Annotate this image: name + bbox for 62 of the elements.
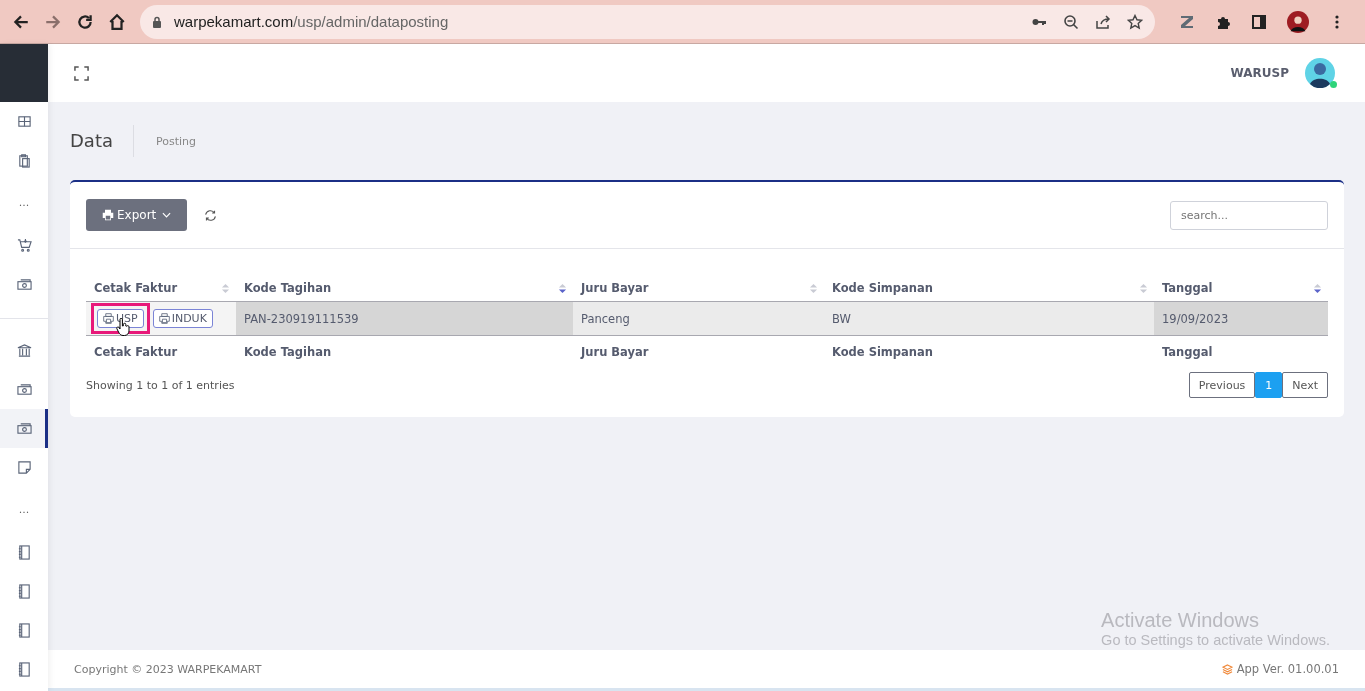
bank-icon [16, 343, 32, 358]
profile-avatar[interactable] [1287, 10, 1309, 33]
column-header[interactable]: Tanggal [1154, 275, 1328, 302]
money-icon [16, 421, 32, 436]
user-avatar[interactable] [1305, 58, 1335, 88]
book-icon [16, 545, 32, 560]
fullscreen-icon[interactable] [74, 65, 89, 81]
column-header[interactable]: Juru Bayar [573, 275, 824, 302]
search-field[interactable]: search... [1170, 200, 1328, 230]
column-footer: Tanggal [1154, 335, 1328, 368]
printer-icon [158, 313, 170, 324]
home-icon[interactable] [108, 12, 126, 31]
reload-icon[interactable] [76, 12, 94, 31]
entries-info: Showing 1 to 1 of 1 entries [86, 378, 235, 392]
book-icon [16, 584, 32, 599]
column-header[interactable]: Cetak Faktur [86, 275, 236, 302]
url-text: warpekamart.com/usp/admin/dataposting [174, 13, 449, 30]
print-button[interactable]: INDUK [152, 309, 213, 328]
money-icon [16, 277, 32, 292]
table-cell: PAN-230919111539 [236, 301, 573, 336]
extension-icon[interactable] [1179, 13, 1195, 30]
zoom-out-icon[interactable] [1063, 13, 1079, 30]
printer-icon [103, 313, 114, 324]
star-icon[interactable] [1127, 13, 1143, 30]
cart-icon [16, 238, 32, 253]
activation-notice-title: Activate Windows [1101, 609, 1260, 632]
table-cell: 19/09/2023 [1154, 301, 1328, 336]
breadcrumb: Posting [156, 134, 196, 148]
next-button[interactable]: Next [1282, 372, 1328, 398]
sidebar-logo-area [0, 44, 48, 102]
lock-icon [152, 15, 162, 28]
table-cell: Panceng [573, 301, 824, 336]
grid-icon [16, 114, 32, 129]
column-footer: Juru Bayar [573, 335, 824, 368]
side-panel-icon[interactable] [1251, 13, 1267, 30]
copyright-text: Copyright © 2023 WARPEKAMART [74, 662, 262, 676]
clipboard-icon [16, 153, 32, 168]
money-icon [16, 382, 32, 397]
activation-notice-text: Go to Settings to activate Windows. [1101, 632, 1330, 648]
column-header[interactable]: Kode Tagihan [236, 275, 573, 302]
printer-icon [102, 209, 114, 221]
user-name[interactable]: WARUSP [1230, 66, 1289, 80]
book-icon [16, 623, 32, 638]
column-footer: Kode Simpanan [824, 335, 1154, 368]
column-footer: Kode Tagihan [236, 335, 573, 368]
column-footer: Cetak Faktur [86, 335, 236, 368]
sidebar-item[interactable] [0, 409, 48, 448]
previous-button[interactable]: Previous [1188, 372, 1256, 398]
caret-icon [162, 212, 172, 218]
section-dots: ... [18, 195, 30, 211]
page-title: Data [70, 125, 134, 157]
table-cell: BW [824, 301, 1154, 336]
app-version: App Ver. 01.00.01 [1236, 662, 1339, 676]
share-icon[interactable] [1095, 13, 1111, 30]
layers-icon [1221, 663, 1233, 675]
address-bar[interactable]: warpekamart.com/usp/admin/dataposting [140, 4, 1155, 39]
export-button[interactable]: Export [86, 199, 188, 231]
note-icon [16, 460, 32, 475]
book-icon [16, 662, 32, 677]
refresh-icon[interactable] [204, 208, 218, 222]
section-dots: ... [18, 502, 30, 518]
column-header[interactable]: Kode Simpanan [824, 275, 1154, 302]
